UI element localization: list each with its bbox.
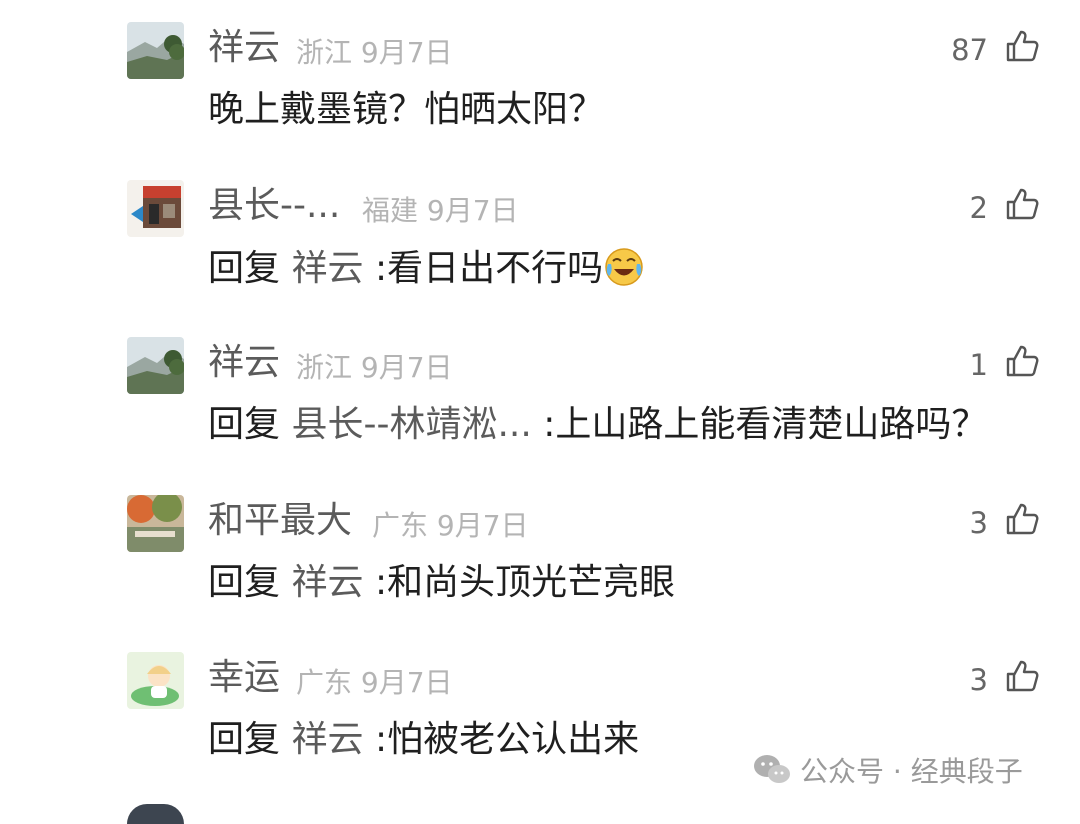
comment-meta: 浙江 9月7日 bbox=[296, 36, 453, 70]
comment-location: 浙江 bbox=[296, 351, 353, 384]
comment-author[interactable]: 幸运 bbox=[208, 656, 280, 700]
comment-author[interactable]: 县长--... bbox=[208, 184, 340, 228]
reply-label: 回复 bbox=[208, 404, 281, 445]
comment-text: 回复 祥云 :怕被老公认出来 bbox=[208, 718, 639, 762]
comment-body: :怕被老公认出来 bbox=[374, 719, 640, 760]
comment-date: 9月7日 bbox=[360, 666, 453, 699]
mountain-landscape-avatar-icon bbox=[127, 337, 184, 394]
thumbs-up-icon[interactable] bbox=[1004, 658, 1040, 694]
reply-target[interactable]: 县长--林靖淞... bbox=[291, 404, 531, 445]
like-count: 1 bbox=[969, 348, 988, 382]
user-avatar[interactable] bbox=[127, 180, 184, 237]
comment-text: 晚上戴墨镜？怕晒太阳？ bbox=[208, 88, 604, 132]
cartoon-child-avatar-icon bbox=[127, 652, 184, 709]
comment-item: 祥云 浙江 9月7日 1 回复 县长--林靖淞... :上山路上能看清楚山路吗？ bbox=[0, 337, 1080, 495]
comment-location: 福建 bbox=[362, 194, 419, 227]
comment-meta: 广东 9月7日 bbox=[296, 666, 453, 700]
comment-text: 回复 祥云 :和尚头顶光芒亮眼 bbox=[208, 561, 675, 605]
face-with-tears-of-joy-icon bbox=[603, 246, 645, 288]
comment-item: 县长--... 福建 9月7日 2 回复 祥云 :看日出不行吗 bbox=[0, 180, 1080, 338]
wechat-icon bbox=[752, 752, 792, 788]
comment-meta: 浙江 9月7日 bbox=[296, 351, 453, 385]
comment-meta: 广东 9月7日 bbox=[372, 509, 529, 543]
user-avatar[interactable] bbox=[127, 22, 184, 79]
watermark-text: 公众号 · 经典段子 bbox=[800, 755, 1023, 788]
like-count: 3 bbox=[969, 663, 988, 697]
reply-label: 回复 bbox=[208, 719, 281, 760]
comment-location: 浙江 bbox=[296, 36, 353, 69]
comment-date: 9月7日 bbox=[436, 509, 529, 542]
comment-author[interactable]: 祥云 bbox=[208, 341, 280, 385]
reply-target[interactable]: 祥云 bbox=[291, 562, 363, 603]
autumn-garden-avatar-icon bbox=[127, 495, 184, 552]
thumbs-up-icon[interactable] bbox=[1004, 343, 1040, 379]
comment-author[interactable]: 祥云 bbox=[208, 26, 280, 70]
comment-location: 广东 bbox=[372, 509, 429, 542]
reply-label: 回复 bbox=[208, 562, 281, 603]
comment-body: 晚上戴墨镜？怕晒太阳？ bbox=[208, 89, 605, 130]
user-avatar[interactable] bbox=[127, 652, 184, 709]
comment-body: :和尚头顶光芒亮眼 bbox=[374, 562, 676, 603]
thumbs-up-icon[interactable] bbox=[1004, 186, 1040, 222]
user-avatar[interactable] bbox=[127, 804, 184, 824]
storefront-avatar-icon bbox=[127, 180, 184, 237]
comment-location: 广东 bbox=[296, 666, 353, 699]
user-avatar[interactable] bbox=[127, 337, 184, 394]
thumbs-up-icon[interactable] bbox=[1004, 28, 1040, 64]
like-count: 2 bbox=[969, 191, 988, 225]
comment-meta: 福建 9月7日 bbox=[362, 194, 519, 228]
watermark: 公众号 · 经典段子 bbox=[752, 750, 1023, 790]
comment-text: 回复 祥云 :看日出不行吗 bbox=[208, 246, 645, 291]
user-avatar[interactable] bbox=[127, 495, 184, 552]
comment-item: 祥云 浙江 9月7日 87 晚上戴墨镜？怕晒太阳？ bbox=[0, 22, 1080, 180]
mountain-landscape-avatar-icon bbox=[127, 22, 184, 79]
comment-date: 9月7日 bbox=[360, 36, 453, 69]
comment-text: 回复 县长--林靖淞... :上山路上能看清楚山路吗？ bbox=[208, 403, 987, 447]
comment-body: :看日出不行吗 bbox=[374, 248, 604, 289]
reply-target[interactable]: 祥云 bbox=[291, 248, 363, 289]
thumbs-up-icon[interactable] bbox=[1004, 501, 1040, 537]
comment-author[interactable]: 和平最大 bbox=[208, 499, 352, 543]
reply-target[interactable]: 祥云 bbox=[291, 719, 363, 760]
reply-label: 回复 bbox=[208, 248, 281, 289]
comment-date: 9月7日 bbox=[426, 194, 519, 227]
comment-item: 和平最大 广东 9月7日 3 回复 祥云 :和尚头顶光芒亮眼 bbox=[0, 495, 1080, 653]
comment-date: 9月7日 bbox=[360, 351, 453, 384]
comment-body: :上山路上能看清楚山路吗？ bbox=[543, 404, 988, 445]
like-count: 87 bbox=[951, 33, 988, 67]
like-count: 3 bbox=[969, 506, 988, 540]
